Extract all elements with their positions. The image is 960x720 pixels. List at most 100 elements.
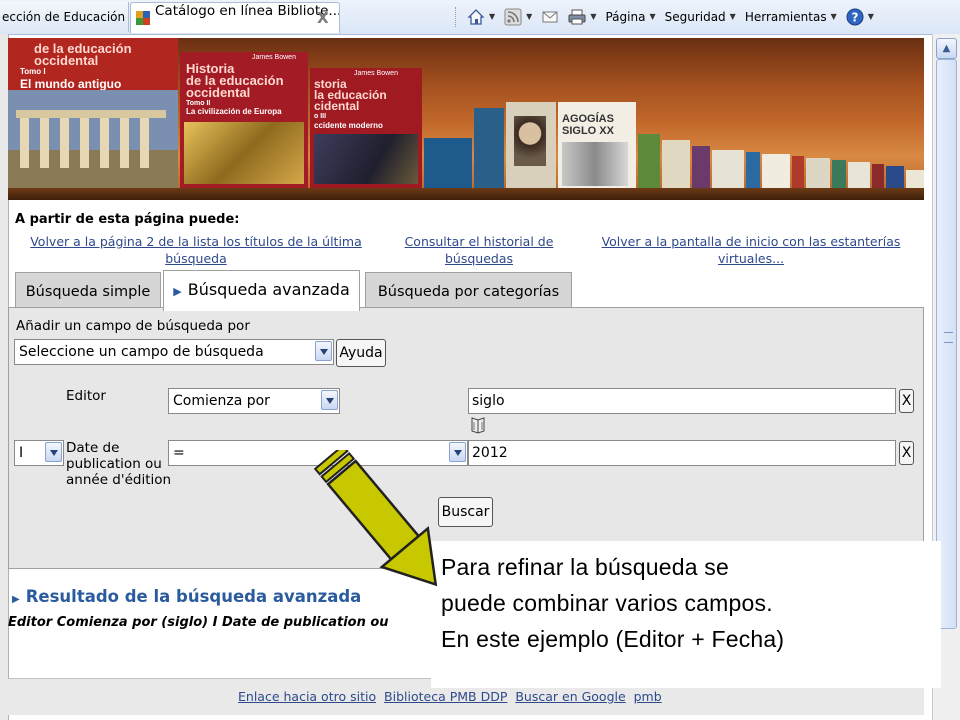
- field-select[interactable]: Seleccione un campo de búsqueda: [14, 339, 334, 365]
- book-cover-15: [806, 158, 830, 190]
- pmb-library-link[interactable]: Biblioteca PMB DDP: [384, 689, 507, 704]
- help-button[interactable]: Ayuda: [336, 339, 386, 367]
- tab-advanced-search[interactable]: ▶ Búsqueda avanzada: [163, 270, 360, 311]
- book-cover-4: [424, 138, 472, 190]
- catalog-favicon-icon: [136, 11, 150, 25]
- book-volume: Tomo II: [186, 100, 211, 107]
- book-title: occidental: [34, 53, 99, 68]
- chevron-down-icon: [45, 442, 62, 462]
- callout-line: puede combinar varios campos.: [441, 590, 773, 616]
- grip-icon: [944, 332, 953, 343]
- book-cursor-icon: [471, 417, 485, 434]
- book-cover-3: James Bowen storia la educación cidental…: [310, 68, 422, 188]
- book-author: James Bowen: [354, 70, 398, 77]
- tab-label: Catálogo en línea Bibliote...: [155, 3, 340, 19]
- security-menu[interactable]: Seguridad ▼: [665, 0, 736, 34]
- book-subtitle: El mundo antiguo: [20, 77, 122, 91]
- scroll-up-button[interactable]: ▲: [936, 38, 957, 59]
- book-subtitle: ccidente moderno: [314, 121, 383, 130]
- feeds-button[interactable]: ▼: [504, 0, 532, 34]
- temple-image: [8, 90, 178, 190]
- book-title: occidental: [186, 85, 251, 100]
- chevron-down-icon: ▼: [526, 12, 533, 21]
- home-shelves-link[interactable]: Volver a la pantalla de inicio con las e…: [592, 233, 910, 267]
- printer-icon: [568, 9, 586, 25]
- book-cover-18: [872, 164, 884, 190]
- mail-icon: [542, 11, 558, 23]
- tools-menu-label: Herramientas: [744, 10, 827, 24]
- callout-line: Para refinar la búsqueda se: [441, 554, 729, 580]
- external-site-link[interactable]: Enlace hacia otro sitio: [238, 689, 376, 704]
- date-field-label: Date de publication ou année d'édition: [66, 440, 171, 488]
- editor-operator-select[interactable]: Comienza por: [168, 388, 340, 414]
- remove-date-button[interactable]: X: [899, 441, 914, 465]
- book-cover-13: [762, 154, 790, 190]
- book-cover-5: [474, 108, 504, 190]
- command-bar: ▼ ▼ ▼ Página ▼ Seguridad ▼ Herramientas ▼ ?…: [455, 0, 883, 34]
- chevron-down-icon: ▼: [590, 12, 597, 21]
- google-search-link[interactable]: Buscar en Google: [515, 689, 625, 704]
- chevron-down-icon: ▼: [867, 12, 874, 21]
- callout-line: En este ejemplo (Editor + Fecha): [441, 626, 785, 652]
- portrait-image: [514, 116, 546, 166]
- connector-select[interactable]: I: [14, 440, 64, 466]
- mail-button[interactable]: [541, 8, 559, 26]
- link-text: virtuales...: [717, 251, 785, 266]
- book-cover-16: [832, 160, 846, 190]
- tab-label: Búsqueda por categorías: [377, 284, 560, 300]
- browser-tab-educacion[interactable]: ección de Educación: [0, 2, 129, 32]
- book-title: SIGLO XX: [562, 125, 614, 137]
- search-history-link[interactable]: Consultar el historial de búsquedas: [398, 233, 560, 267]
- link-text: búsquedas: [444, 251, 514, 266]
- input-value: 2012: [472, 445, 508, 461]
- select-value: I: [19, 445, 24, 461]
- tab-simple-search[interactable]: Búsqueda simple: [15, 272, 161, 309]
- help-icon: ?: [846, 8, 864, 26]
- link-text: Volver a la página 2 de la lista los tít…: [30, 234, 362, 249]
- browser-tab-catalogo[interactable]: Catálogo en línea Bibliote... X: [130, 2, 340, 33]
- triangle-right-icon: ▶: [173, 285, 182, 298]
- book-cover-1: de la educación occidental Tomo I El mun…: [8, 38, 178, 190]
- link-text: búsqueda: [165, 251, 227, 266]
- book-cover-11: [712, 150, 744, 190]
- info-heading: A partir de esta página puede:: [15, 212, 240, 227]
- home-button[interactable]: ▼: [467, 0, 495, 34]
- pmb-link[interactable]: pmb: [634, 689, 662, 704]
- close-tab-icon[interactable]: X: [317, 3, 329, 33]
- tab-category-search[interactable]: Búsqueda por categorías: [365, 272, 572, 309]
- book-cover-20: [906, 170, 924, 190]
- date-value-input[interactable]: 2012: [468, 440, 896, 466]
- chevron-down-icon: ▼: [729, 12, 736, 21]
- back-to-results-link[interactable]: Volver a la página 2 de la lista los tít…: [20, 233, 372, 267]
- tab-label: Búsqueda simple: [25, 284, 151, 300]
- book-cover-19: [886, 166, 904, 190]
- select-value: Seleccione un campo de búsqueda: [19, 344, 264, 360]
- button-label: X: [901, 445, 912, 461]
- book-author: James Bowen: [252, 54, 296, 61]
- link-text: Consultar el historial de: [404, 234, 554, 249]
- chevron-down-icon: ▼: [649, 12, 656, 21]
- security-menu-label: Seguridad: [664, 10, 726, 24]
- library-banner: de la educación occidental Tomo I El mun…: [8, 38, 924, 196]
- label-line: publication ou: [66, 456, 162, 472]
- book-cover-art: [314, 134, 418, 184]
- chevron-down-icon: ▼: [830, 12, 837, 21]
- book-cover-7: AGOGÍAS SIGLO XX: [558, 102, 636, 190]
- remove-editor-button[interactable]: X: [899, 389, 914, 413]
- help-menu[interactable]: ? ▼: [846, 0, 874, 34]
- link-text: Volver a la pantalla de inicio con las e…: [601, 234, 901, 249]
- page-menu[interactable]: Página ▼: [605, 0, 655, 34]
- tools-menu[interactable]: Herramientas ▼: [745, 0, 837, 34]
- input-value: siglo: [472, 393, 505, 409]
- svg-text:?: ?: [851, 11, 858, 25]
- print-button[interactable]: ▼: [568, 0, 596, 34]
- chevron-down-icon: [321, 390, 338, 410]
- chevron-down-icon: ▼: [489, 12, 496, 21]
- tab-label: ección de Educación: [2, 10, 126, 24]
- label-line: année d'édition: [66, 472, 172, 488]
- bookshelf-edge: [8, 188, 924, 200]
- book-cover-12: [746, 152, 760, 190]
- editor-value-input[interactable]: siglo: [468, 388, 896, 414]
- rss-icon: [504, 8, 522, 26]
- book-cover-6: [506, 102, 556, 190]
